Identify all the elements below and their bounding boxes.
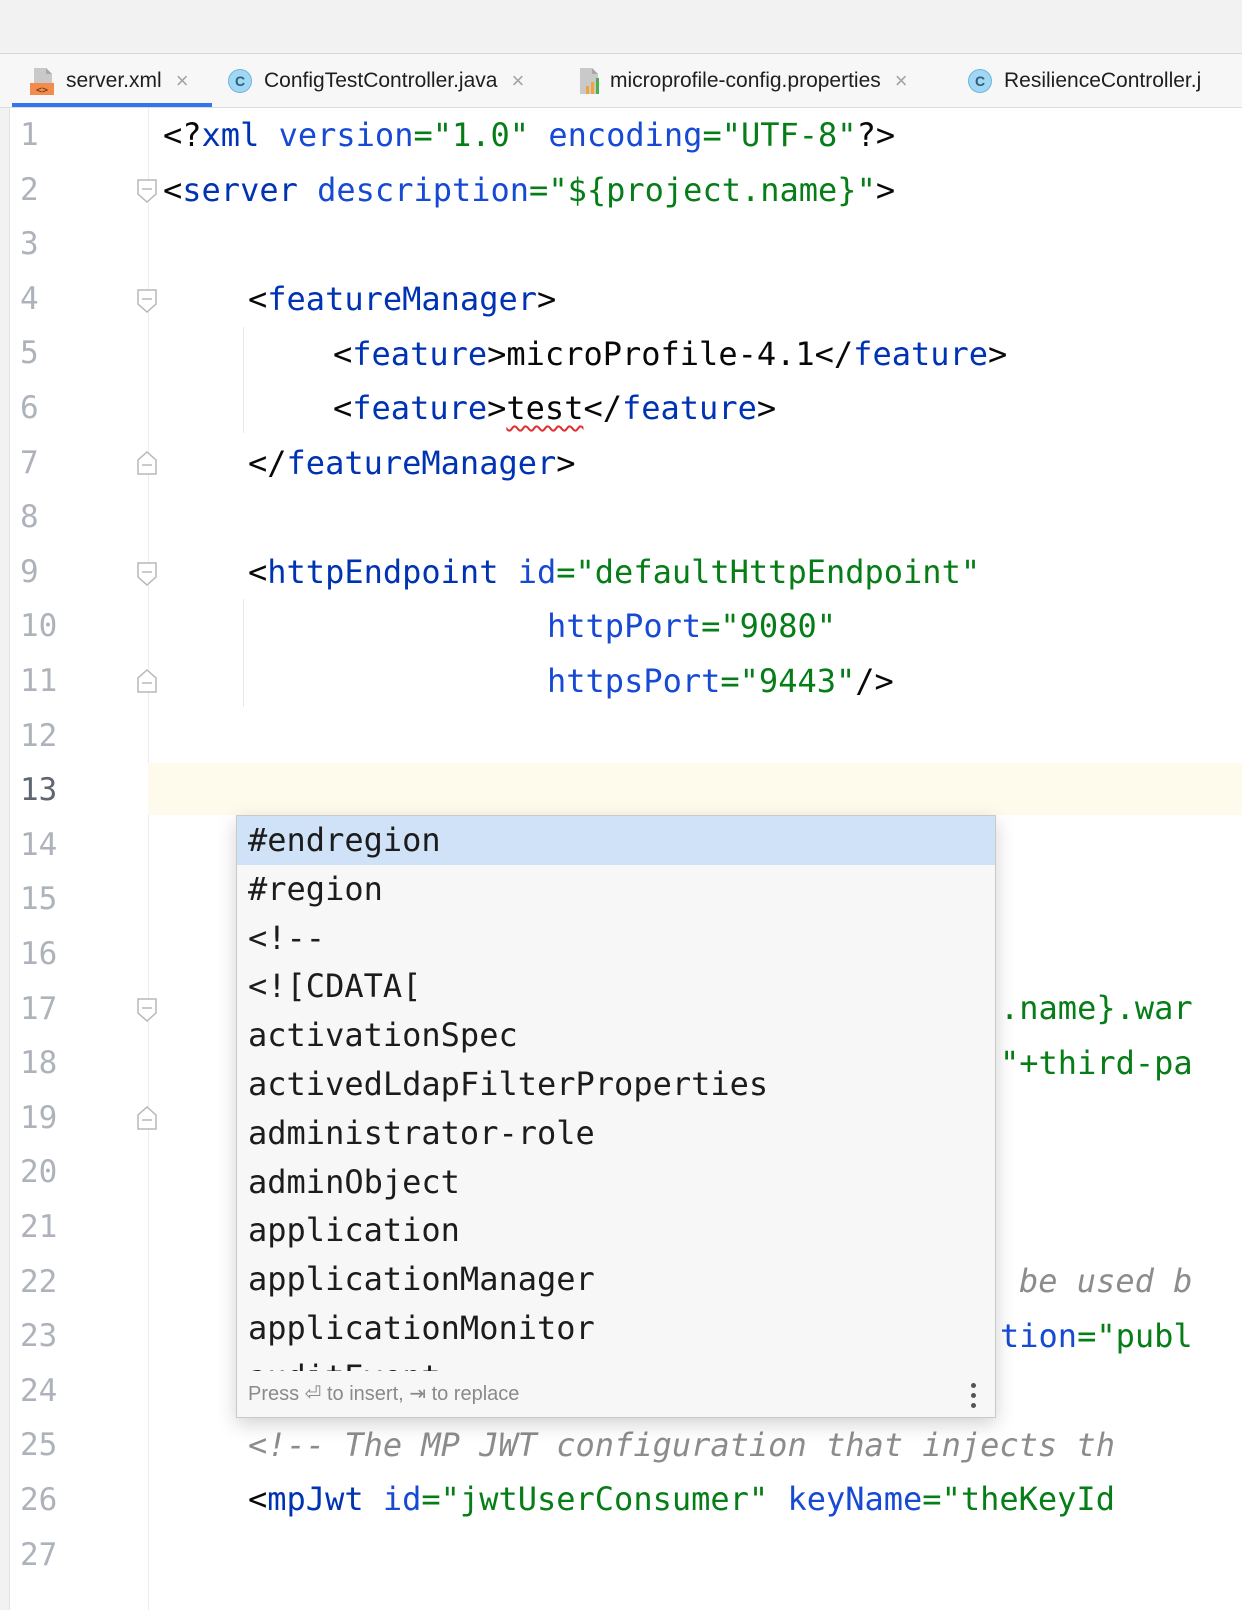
window-toolbar [0, 0, 1242, 54]
line-number: 22 [20, 1263, 58, 1300]
indent-guide [243, 599, 244, 707]
svg-text:<>: <> [36, 85, 48, 96]
line-number: 15 [20, 881, 58, 918]
line-number: 25 [20, 1427, 58, 1464]
indent-guide [243, 327, 244, 433]
completion-item[interactable]: #endregion [237, 816, 995, 865]
tab-label: server.xml [66, 68, 162, 92]
code-line-6[interactable]: <feature>test</feature> [333, 381, 776, 435]
completion-hint: Press ⏎ to insert, ⇥ to replace [248, 1383, 520, 1405]
vertical-ellipsis-icon[interactable] [971, 1383, 977, 1409]
code-line-22[interactable]: be used b [1019, 1254, 1192, 1308]
completion-item[interactable]: activationSpec [237, 1011, 995, 1060]
code-line-4[interactable]: <featureManager> [248, 272, 556, 326]
tab-server-xml[interactable]: <> server.xml × [12, 54, 212, 107]
completion-item[interactable]: administrator-role [237, 1109, 995, 1158]
completion-item[interactable]: auditEvent [237, 1353, 995, 1371]
java-class-icon: C [228, 68, 252, 93]
code-line-10[interactable]: httpPort="9080" [547, 599, 836, 653]
line-number: 6 [20, 390, 39, 426]
line-number: 1 [20, 117, 39, 153]
code-line-17[interactable]: .name}.war [1000, 981, 1193, 1035]
line-number: 4 [20, 280, 39, 317]
code-line-26[interactable]: <mpJwt id="jwtUserConsumer" keyName="the… [248, 1472, 1115, 1526]
fold-open-icon[interactable] [136, 288, 158, 314]
properties-file-icon [580, 67, 599, 94]
line-number: 13 [20, 772, 58, 809]
java-class-icon: C [968, 68, 992, 93]
left-tool-strip [0, 108, 10, 1610]
completion-item[interactable]: application [237, 1206, 995, 1255]
code-completion-popup[interactable]: #endregion #region <!-- <![CDATA[ activa… [236, 815, 996, 1418]
line-number: 7 [20, 444, 39, 481]
spelling-error: test [506, 389, 584, 427]
close-tab-icon[interactable]: × [511, 68, 524, 94]
fold-open-icon[interactable] [136, 561, 158, 587]
tab-config-test-controller[interactable]: C ConfigTestController.java × [228, 54, 524, 107]
code-line-5[interactable]: <feature>microProfile-4.1</feature> [333, 327, 1007, 381]
line-number: 5 [20, 335, 39, 372]
line-number: 23 [20, 1318, 58, 1355]
code-line-9[interactable]: <httpEndpoint id="defaultHttpEndpoint" [248, 545, 980, 599]
completion-list[interactable]: #endregion #region <!-- <![CDATA[ activa… [237, 816, 995, 1371]
fold-close-icon[interactable] [136, 1105, 158, 1131]
close-tab-icon[interactable]: × [176, 68, 189, 94]
fold-close-icon[interactable] [136, 668, 158, 694]
code-line-11[interactable]: httpsPort="9443"/> [547, 654, 894, 708]
completion-item[interactable]: <!-- [237, 914, 995, 963]
xml-file-icon: <> [30, 67, 54, 96]
line-number: 9 [20, 553, 39, 590]
line-number: 26 [20, 1482, 58, 1518]
code-line-18[interactable]: "+third-pa [1000, 1036, 1193, 1090]
completion-item[interactable]: adminObject [237, 1158, 995, 1207]
completion-item[interactable]: activedLdapFilterProperties [237, 1060, 995, 1109]
line-number: 10 [20, 608, 58, 645]
line-number: 8 [20, 499, 39, 536]
fold-close-icon[interactable] [136, 450, 158, 476]
line-number: 21 [20, 1209, 58, 1245]
line-number: 3 [20, 226, 39, 263]
tab-label: microprofile-config.properties [610, 68, 881, 92]
line-number: 18 [20, 1045, 58, 1082]
code-line-7[interactable]: </featureManager> [248, 436, 576, 490]
tab-label: ConfigTestController.java [264, 68, 498, 92]
close-tab-icon[interactable]: × [895, 68, 908, 94]
fold-open-icon[interactable] [136, 178, 158, 204]
line-number: 16 [20, 936, 58, 972]
completion-item[interactable]: applicationMonitor [237, 1304, 995, 1353]
line-number: 20 [20, 1154, 58, 1191]
completion-hint-bar: Press ⏎ to insert, ⇥ to replace [237, 1371, 995, 1417]
code-line-2[interactable]: <server description="${project.name}"> [163, 163, 895, 217]
tab-label: ResilienceController.j [1004, 68, 1202, 92]
line-number: 2 [20, 171, 39, 208]
code-line-1[interactable]: <?xml version="1.0" encoding="UTF-8"?> [163, 108, 895, 162]
line-number: 14 [20, 826, 58, 863]
line-number: 19 [20, 1099, 58, 1136]
line-number: 27 [20, 1536, 58, 1573]
editor-tab-bar: <> server.xml × C ConfigTestController.j… [0, 54, 1242, 108]
tab-microprofile-config[interactable]: microprofile-config.properties × [576, 54, 908, 107]
fold-open-icon[interactable] [136, 997, 158, 1023]
code-line-25[interactable]: <!-- The MP JWT configuration that injec… [248, 1418, 1115, 1472]
completion-item[interactable]: applicationManager [237, 1255, 995, 1304]
completion-item[interactable]: <![CDATA[ [237, 962, 995, 1011]
tab-resilience-controller[interactable]: C ResilienceController.j [968, 54, 1201, 107]
line-number: 12 [20, 717, 58, 754]
line-number: 24 [20, 1372, 58, 1409]
completion-item[interactable]: #region [237, 865, 995, 914]
current-line-highlight [148, 763, 1242, 815]
line-number: 11 [20, 663, 58, 699]
line-number: 17 [20, 990, 58, 1027]
code-line-23[interactable]: tion="publ [1000, 1309, 1193, 1363]
